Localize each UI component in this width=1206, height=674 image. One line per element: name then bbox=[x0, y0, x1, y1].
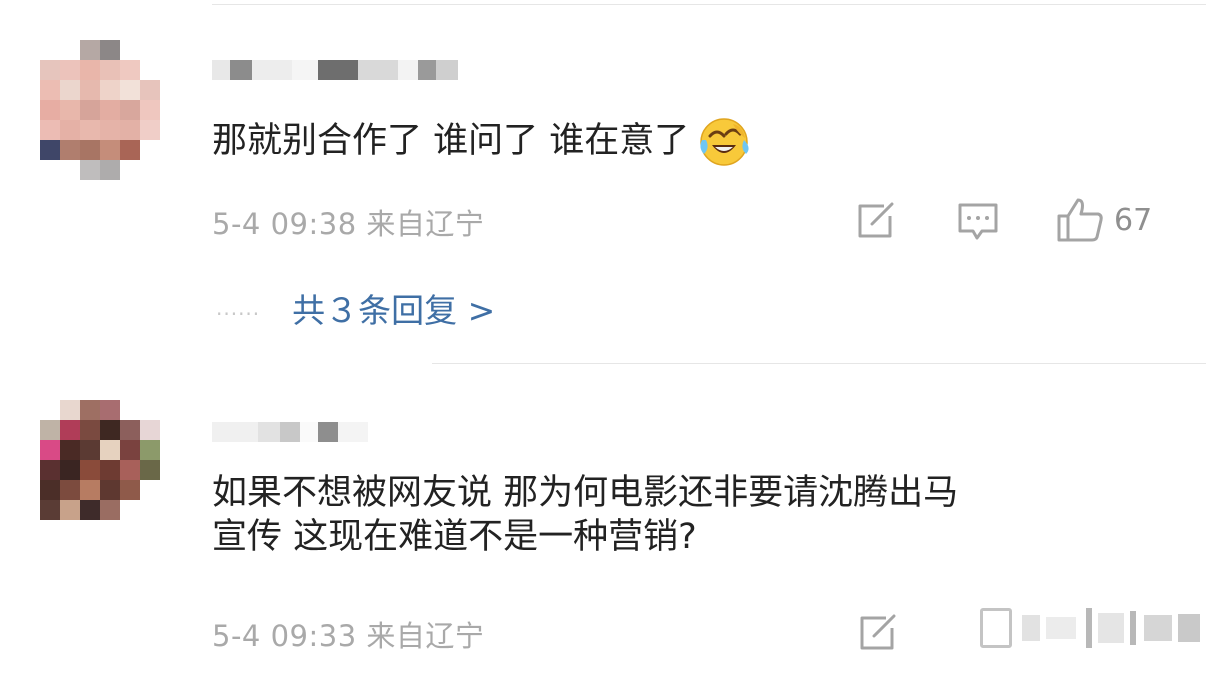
blurred-actions bbox=[980, 608, 1200, 648]
comment-meta: 5-4 09:33 来自辽宁 bbox=[212, 619, 485, 653]
share-icon bbox=[860, 614, 896, 650]
share-button[interactable] bbox=[858, 614, 898, 652]
comment-text: 如果不想被网友说 那为何电影还非要请沈腾出马 宣传 这现在难道不是一种营销? bbox=[212, 471, 958, 559]
like-count: 67 bbox=[1114, 202, 1153, 238]
username-blurred[interactable] bbox=[212, 58, 458, 82]
comment-body: 那就别合作了 谁问了 谁在意了 bbox=[212, 121, 690, 161]
top-divider bbox=[212, 4, 1206, 5]
laughing-crying-emoji-icon bbox=[700, 118, 749, 166]
comment-meta: 5-4 09:38 来自辽宁 bbox=[212, 207, 485, 241]
comment-text: 那就别合作了 谁问了 谁在意了 bbox=[212, 114, 751, 168]
replies-row[interactable]: ...... 共３条回复 > bbox=[216, 284, 495, 332]
share-icon bbox=[858, 202, 894, 238]
comment-icon bbox=[958, 203, 998, 240]
share-button[interactable] bbox=[856, 202, 896, 240]
thumbs-up-icon bbox=[1057, 198, 1103, 242]
comment-body-line1: 如果不想被网友说 那为何电影还非要请沈腾出马 bbox=[212, 473, 959, 513]
like-button[interactable]: 67 bbox=[1056, 196, 1152, 244]
comment-divider bbox=[432, 363, 1206, 364]
username-blurred[interactable] bbox=[212, 420, 368, 444]
reply-dots: ...... bbox=[216, 296, 261, 320]
view-replies-link[interactable]: 共３条回复 > bbox=[292, 284, 495, 332]
avatar[interactable] bbox=[40, 40, 160, 180]
comment-button[interactable] bbox=[956, 201, 1000, 243]
avatar[interactable] bbox=[40, 400, 160, 540]
comment-body-line2: 宣传 这现在难道不是一种营销? bbox=[212, 517, 697, 557]
